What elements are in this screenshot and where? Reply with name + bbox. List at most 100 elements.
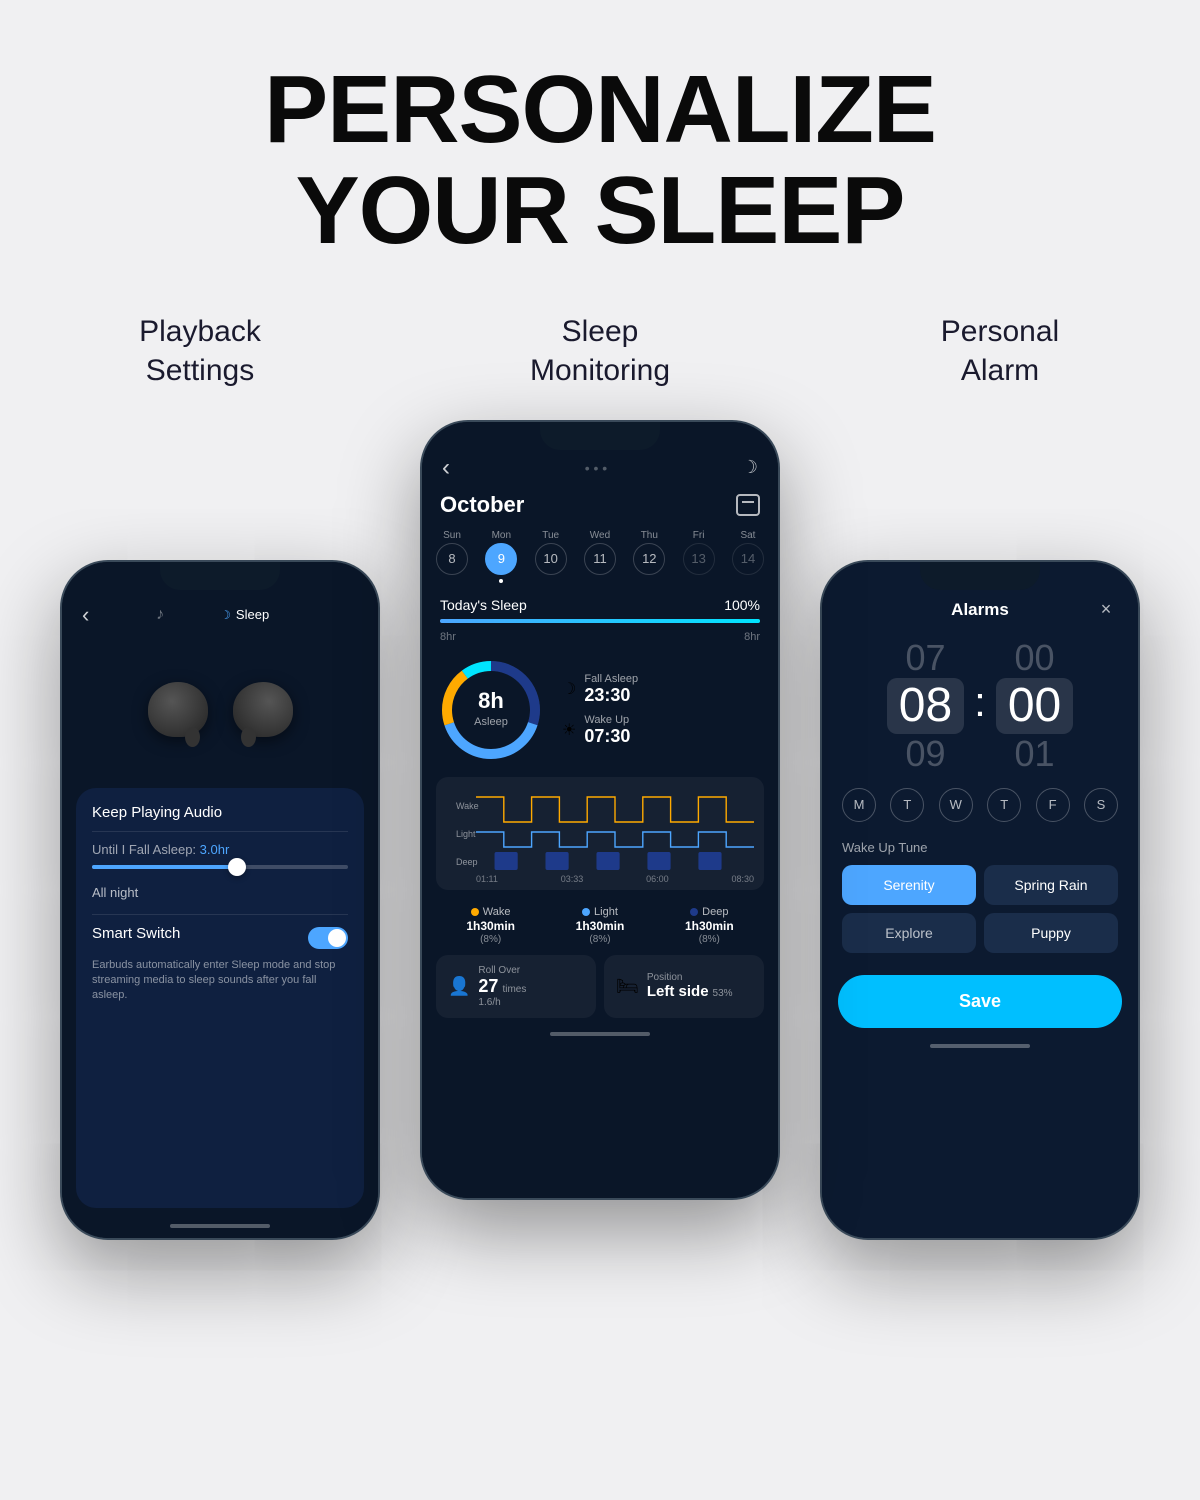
- smart-switch-toggle[interactable]: [308, 927, 348, 949]
- tune-spring-rain[interactable]: Spring Rain: [984, 865, 1118, 905]
- phone-left: ‹ ♪ ☽ Sleep Keep Playing Audio Un: [60, 560, 380, 1240]
- wake-dot: [471, 908, 479, 916]
- day-wed: Wed 11: [584, 530, 616, 583]
- slider-fill: [92, 865, 233, 869]
- sleep-details: ☽ Fall Asleep 23:30 ☀ Wake Up 07:30: [562, 673, 764, 747]
- earbud-right: [233, 682, 293, 737]
- until-label: Until I Fall Asleep: 3.0hr: [92, 842, 348, 857]
- sleep-legend: Wake 1h30min (8%) Light 1h30min (8%): [422, 898, 778, 949]
- phone-center-content: ‹ • • • ☽ October Sun 8 Mon 9: [422, 422, 778, 1198]
- slider-thumb[interactable]: [228, 858, 246, 876]
- position-value: Left side: [647, 983, 709, 1000]
- subtitle-row: PlaybackSettings SleepMonitoring Persona…: [0, 312, 1200, 390]
- divider-1: [92, 831, 348, 832]
- smart-switch-row: Smart Switch: [92, 925, 348, 952]
- day-tue: Tue 10: [535, 530, 567, 583]
- phone-right-notch: [920, 562, 1040, 590]
- min-current[interactable]: 00: [996, 678, 1073, 734]
- position-card: 🛏 Position Left side 53%: [604, 955, 764, 1018]
- donut-center: 8h Asleep: [474, 690, 508, 730]
- home-bar-right: [930, 1044, 1030, 1048]
- day-M[interactable]: M: [842, 788, 876, 822]
- sleep-stats-row: 8h Asleep ☽ Fall Asleep 23:30 ☀: [422, 651, 778, 769]
- month-label: October: [440, 492, 524, 518]
- position-title: Position: [647, 972, 733, 983]
- title-line2: YOUR SLEEP: [296, 157, 905, 264]
- home-bar-left: [170, 1224, 270, 1228]
- phone-center: ‹ • • • ☽ October Sun 8 Mon 9: [420, 420, 780, 1200]
- day-W[interactable]: W: [939, 788, 973, 822]
- roll-over-card: 👤 Roll Over 27 times 1.6/h: [436, 955, 596, 1018]
- min-above: 00: [1015, 640, 1055, 676]
- tune-grid: Serenity Spring Rain Explore Puppy: [842, 865, 1118, 953]
- min-below: 01: [1015, 736, 1055, 772]
- phone-center-notch: [540, 422, 660, 450]
- quality-bar-labels: 8hr 8hr: [422, 631, 778, 651]
- night-mode-icon[interactable]: ☽: [742, 457, 758, 478]
- fall-asleep-label: Fall Asleep: [584, 673, 638, 685]
- hour-current[interactable]: 08: [887, 678, 964, 734]
- hour-above: 07: [905, 640, 945, 676]
- tune-serenity[interactable]: Serenity: [842, 865, 976, 905]
- earbud-left: [148, 682, 208, 737]
- save-button[interactable]: Save: [838, 975, 1122, 1028]
- keep-playing-label: Keep Playing Audio: [92, 804, 348, 821]
- calendar-icon[interactable]: [736, 494, 760, 516]
- alarm-close-button[interactable]: ×: [1094, 598, 1118, 622]
- roll-unit: times: [502, 984, 526, 995]
- moon-detail-icon: ☽: [562, 679, 576, 699]
- sleep-tab[interactable]: ☽ Sleep: [202, 601, 287, 628]
- legend-deep: Deep 1h30min (8%): [685, 906, 734, 945]
- day-sun: Sun 8: [436, 530, 468, 583]
- deep-dot: [690, 908, 698, 916]
- playback-slider[interactable]: [92, 865, 348, 869]
- quality-bar: [440, 619, 760, 623]
- day-thu: Thu 12: [633, 530, 665, 583]
- divider-2: [92, 914, 348, 915]
- settings-panel: Keep Playing Audio Until I Fall Asleep: …: [76, 788, 364, 1208]
- subtitle-playback: PlaybackSettings: [0, 312, 400, 390]
- hour-below: 09: [905, 736, 945, 772]
- week-row: Sun 8 Mon 9 Tue 10 Wed 11 Thu: [422, 526, 778, 591]
- sun-detail-icon: ☀: [562, 720, 576, 740]
- tune-puppy[interactable]: Puppy: [984, 913, 1118, 953]
- legend-wake: Wake 1h30min (8%): [466, 906, 515, 945]
- sleep-pct: 100%: [724, 597, 760, 613]
- day-mon: Mon 9: [485, 530, 517, 583]
- wake-up-label: Wake Up: [584, 714, 630, 726]
- day-F[interactable]: F: [1036, 788, 1070, 822]
- day-sat: Sat 14: [732, 530, 764, 583]
- donut-label: Asleep: [474, 716, 508, 728]
- subtitle-alarm: PersonalAlarm: [800, 312, 1200, 390]
- sleep-quality-row: Today's Sleep 100%: [422, 591, 778, 617]
- day-fri: Fri 13: [683, 530, 715, 583]
- moon-icon: ☽: [220, 608, 231, 622]
- time-picker: 07 08 09 : 00 00 01: [822, 632, 1138, 780]
- music-tab[interactable]: ♪: [138, 600, 182, 630]
- smart-switch-title: Smart Switch: [92, 925, 180, 942]
- fall-asleep-item: ☽ Fall Asleep 23:30: [562, 673, 764, 706]
- back-icon[interactable]: ‹: [82, 602, 89, 628]
- phone-right: Alarms × 07 08 09 : 00 00: [820, 560, 1140, 1240]
- light-dot: [582, 908, 590, 916]
- wake-tune-section: Wake Up Tune Serenity Spring Rain Explor…: [822, 830, 1138, 963]
- hero-title: PERSONALIZE YOUR SLEEP: [264, 60, 936, 262]
- phones-row: ‹ ♪ ☽ Sleep Keep Playing Audio Un: [0, 420, 1200, 1320]
- position-pct: 53%: [713, 988, 733, 999]
- day-T1[interactable]: T: [890, 788, 924, 822]
- home-bar-center: [550, 1032, 650, 1036]
- day-T2[interactable]: T: [987, 788, 1021, 822]
- earbuds-area: [62, 640, 378, 780]
- day-S[interactable]: S: [1084, 788, 1118, 822]
- smart-switch-desc: Earbuds automatically enter Sleep mode a…: [92, 958, 348, 1004]
- position-icon: 🛏: [616, 976, 639, 997]
- title-line1: PERSONALIZE: [264, 56, 936, 163]
- wake-tune-label: Wake Up Tune: [842, 840, 1118, 855]
- center-back-icon[interactable]: ‹: [442, 454, 450, 482]
- tune-explore[interactable]: Explore: [842, 913, 976, 953]
- fall-asleep-time: 23:30: [584, 685, 638, 706]
- graph-time-labels: 01:11 03:33 06:00 08:30: [446, 872, 754, 884]
- roll-icon: 👤: [448, 976, 470, 997]
- all-night-label: All night: [92, 885, 348, 900]
- today-sleep-label: Today's Sleep: [440, 597, 527, 613]
